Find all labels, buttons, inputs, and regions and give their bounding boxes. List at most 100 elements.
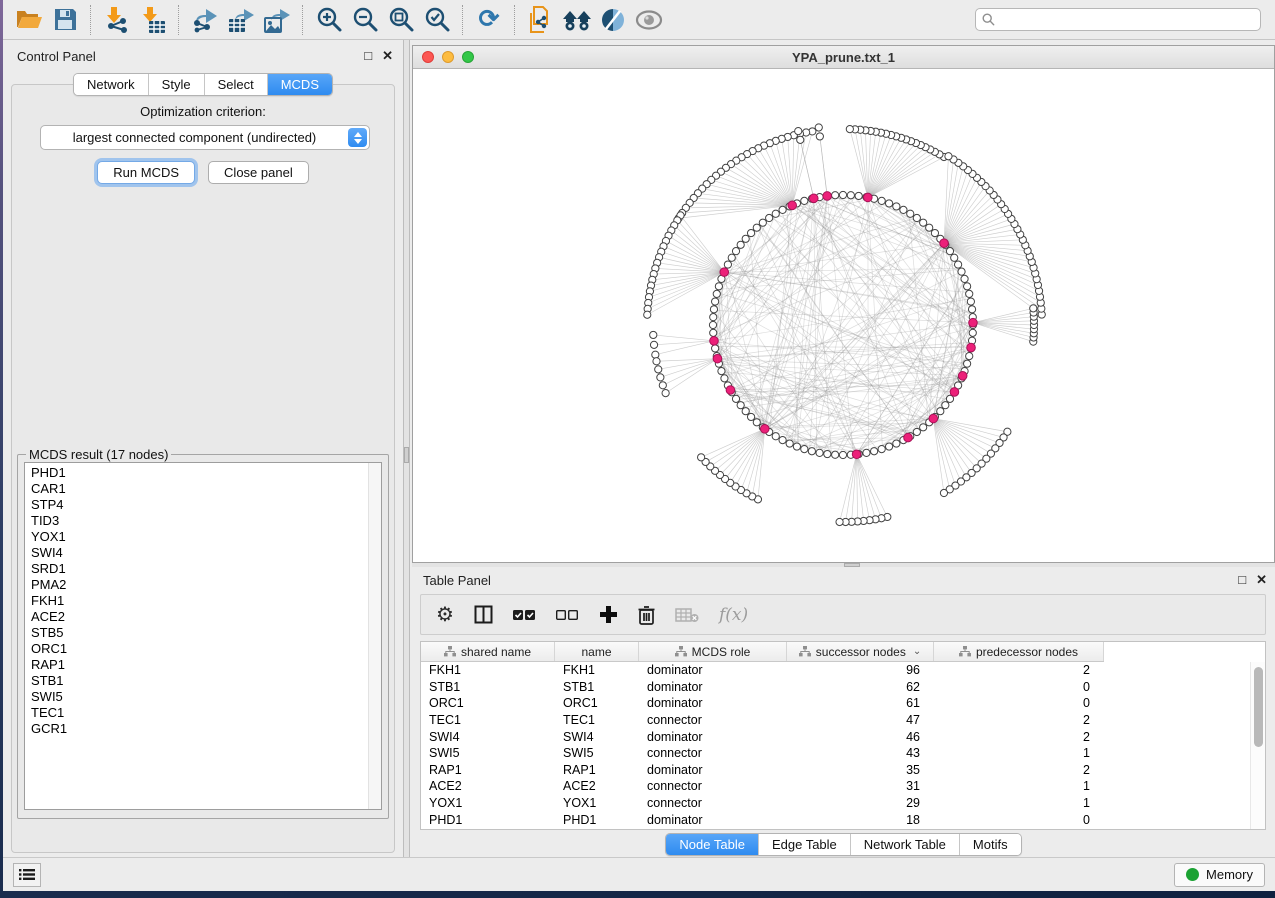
table-row[interactable]: ACE2ACE2connector311: [421, 778, 1265, 795]
tab-select[interactable]: Select: [205, 74, 268, 95]
float-panel-icon[interactable]: □: [1238, 572, 1246, 588]
table-toolbar: ⚙ f(x): [420, 594, 1266, 635]
list-item[interactable]: TEC1: [31, 705, 381, 721]
table-row[interactable]: PHD1PHD1dominator180: [421, 811, 1265, 828]
zoom-out-icon[interactable]: [347, 4, 383, 36]
list-item[interactable]: STB5: [31, 625, 381, 641]
list-scrollbar[interactable]: [368, 463, 381, 809]
table-row[interactable]: RAP1RAP1dominator352: [421, 762, 1265, 779]
tab-network[interactable]: Network: [74, 74, 149, 95]
tab-edge-table[interactable]: Edge Table: [759, 834, 851, 855]
search-box[interactable]: [975, 8, 1261, 31]
list-item[interactable]: FKH1: [31, 593, 381, 609]
open-file-icon[interactable]: [11, 4, 47, 36]
table-row[interactable]: SWI4SWI4dominator462: [421, 728, 1265, 745]
close-panel-icon[interactable]: ✕: [382, 48, 393, 64]
tab-mcds[interactable]: MCDS: [268, 74, 332, 95]
table-row[interactable]: STB1STB1dominator620: [421, 679, 1265, 696]
export-table-icon[interactable]: [223, 4, 259, 36]
list-item[interactable]: YOX1: [31, 529, 381, 545]
list-item[interactable]: STB1: [31, 673, 381, 689]
node-table: shared namenameMCDS rolesuccessor nodes⌄…: [420, 641, 1266, 830]
table-row[interactable]: FKH1FKH1dominator962: [421, 662, 1265, 679]
sort-indicator-icon: ⌄: [913, 646, 921, 657]
toggle-column-panel-icon[interactable]: [474, 603, 493, 627]
zoom-fit-icon[interactable]: [383, 4, 419, 36]
memory-button[interactable]: Memory: [1174, 863, 1265, 887]
table-row[interactable]: TEC1TEC1connector472: [421, 712, 1265, 729]
list-item[interactable]: CAR1: [31, 481, 381, 497]
tab-style[interactable]: Style: [149, 74, 205, 95]
tab-network-table[interactable]: Network Table: [851, 834, 960, 855]
minimize-window-icon[interactable]: [442, 51, 454, 63]
list-item[interactable]: STP4: [31, 497, 381, 513]
float-panel-icon[interactable]: □: [364, 48, 372, 64]
deselect-all-rows-icon[interactable]: [556, 603, 579, 627]
zoom-in-icon[interactable]: [311, 4, 347, 36]
mcds-result-fieldset: MCDS result (17 nodes) PHD1CAR1STP4TID3Y…: [17, 447, 389, 819]
search-network-icon[interactable]: [559, 4, 595, 36]
clone-network-icon[interactable]: [523, 4, 559, 36]
attribute-gear-icon[interactable]: ⚙: [436, 603, 454, 627]
function-builder-icon[interactable]: f(x): [719, 603, 748, 627]
zoom-selected-icon[interactable]: [419, 4, 455, 36]
refresh-icon[interactable]: ⟳: [471, 4, 507, 36]
column-header[interactable]: MCDS role: [639, 642, 787, 661]
table-cell: FKH1: [555, 663, 639, 677]
column-header[interactable]: predecessor nodes: [934, 642, 1104, 661]
table-cell: dominator: [639, 763, 787, 777]
save-session-icon[interactable]: [47, 4, 83, 36]
hide-graphics-details-icon[interactable]: [595, 4, 631, 36]
table-row[interactable]: ORC1ORC1dominator610: [421, 695, 1265, 712]
list-item[interactable]: PMA2: [31, 577, 381, 593]
close-panel-button[interactable]: Close panel: [208, 161, 309, 184]
select-all-rows-icon[interactable]: [513, 603, 536, 627]
import-table-icon[interactable]: [135, 4, 171, 36]
table-cell: PHD1: [421, 813, 555, 827]
table-scrollbar[interactable]: [1250, 662, 1265, 829]
list-item[interactable]: TID3: [31, 513, 381, 529]
list-item[interactable]: GCR1: [31, 721, 381, 737]
toolbar-separator: [90, 5, 92, 35]
table-cell: SWI4: [555, 730, 639, 744]
maximize-window-icon[interactable]: [462, 51, 474, 63]
column-header[interactable]: successor nodes⌄: [787, 642, 934, 661]
splitter-handle[interactable]: [404, 447, 409, 463]
run-mcds-button[interactable]: Run MCDS: [97, 161, 195, 184]
list-item[interactable]: SWI4: [31, 545, 381, 561]
close-panel-icon[interactable]: ✕: [1256, 572, 1267, 588]
column-header[interactable]: shared name: [421, 642, 555, 661]
scrollbar-thumb[interactable]: [1254, 667, 1263, 747]
table-row[interactable]: SWI5SWI5connector431: [421, 745, 1265, 762]
network-window-titlebar[interactable]: YPA_prune.txt_1: [413, 46, 1274, 69]
export-network-icon[interactable]: [187, 4, 223, 36]
add-column-icon[interactable]: [599, 603, 618, 627]
delete-table-icon[interactable]: [675, 603, 699, 627]
show-log-button[interactable]: [13, 863, 41, 887]
list-item[interactable]: PHD1: [31, 465, 381, 481]
list-item[interactable]: SRD1: [31, 561, 381, 577]
list-item[interactable]: ACE2: [31, 609, 381, 625]
list-item[interactable]: ORC1: [31, 641, 381, 657]
optimization-criterion-dropdown[interactable]: largest connected component (undirected): [40, 125, 370, 150]
tab-node-table[interactable]: Node Table: [666, 834, 759, 855]
column-header[interactable]: name: [555, 642, 639, 661]
table-row[interactable]: YOX1YOX1connector291: [421, 795, 1265, 812]
table-cell: 18: [787, 813, 934, 827]
import-network-icon[interactable]: [99, 4, 135, 36]
table-cell: SWI5: [555, 746, 639, 760]
search-input[interactable]: [999, 12, 1260, 28]
list-item[interactable]: RAP1: [31, 657, 381, 673]
vertical-splitter[interactable]: [403, 40, 410, 858]
delete-columns-icon[interactable]: [638, 603, 655, 627]
network-graph[interactable]: [413, 69, 1274, 563]
mcds-result-list[interactable]: PHD1CAR1STP4TID3YOX1SWI4SRD1PMA2FKH1ACE2…: [24, 462, 382, 810]
table-cell: STB1: [421, 680, 555, 694]
show-graphics-details-icon[interactable]: [631, 4, 667, 36]
network-canvas[interactable]: [413, 69, 1274, 563]
tab-motifs[interactable]: Motifs: [960, 834, 1021, 855]
list-item[interactable]: SWI5: [31, 689, 381, 705]
dropdown-value: largest connected component (undirected): [41, 130, 348, 145]
close-window-icon[interactable]: [422, 51, 434, 63]
export-image-icon[interactable]: [259, 4, 295, 36]
